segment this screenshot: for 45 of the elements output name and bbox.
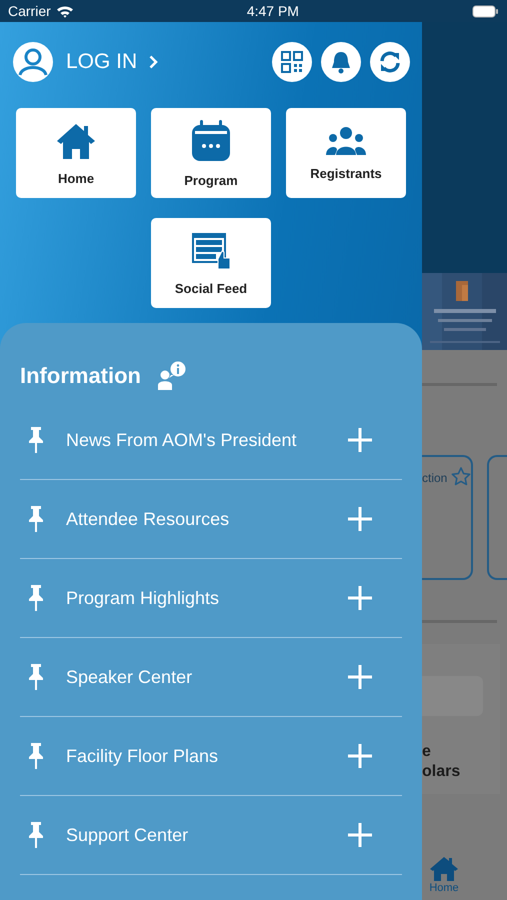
event-card[interactable]: ction [422, 455, 474, 580]
pin-icon [28, 742, 44, 770]
bell-icon [330, 50, 352, 74]
calendar-icon [190, 118, 232, 162]
chevron-right-icon [149, 54, 158, 68]
menu-tile[interactable]: Registrants [286, 108, 406, 198]
plus-icon [348, 507, 372, 531]
card-text: olars [422, 762, 462, 782]
pin-icon [28, 505, 44, 533]
plus-icon [348, 823, 372, 847]
menu-tile[interactable]: Program [151, 108, 271, 198]
people-icon [325, 126, 367, 156]
refresh-icon [378, 50, 402, 74]
card-text: e [422, 742, 432, 762]
qr-code-icon [281, 50, 303, 72]
information-item[interactable]: Facility Floor Plans [20, 717, 402, 796]
star-icon [451, 467, 472, 486]
section-title: Information [20, 363, 141, 389]
plus-icon [348, 744, 372, 768]
person-info-icon [157, 361, 187, 391]
plus-icon [348, 665, 372, 689]
social-feed-icon [190, 230, 232, 270]
information-item[interactable]: Support Center [20, 796, 402, 875]
clock-time: 4:47 PM [246, 3, 299, 19]
plus-icon [348, 428, 372, 452]
menu-tile[interactable]: Social Feed [151, 218, 271, 308]
home-tab[interactable]: Home [422, 856, 466, 894]
pin-icon [28, 426, 44, 454]
menu-tile[interactable]: Home [16, 108, 136, 198]
qr-code-button[interactable] [272, 42, 312, 82]
refresh-button[interactable] [370, 42, 410, 82]
notifications-button[interactable] [321, 42, 361, 82]
wifi-icon [56, 4, 74, 18]
carrier-label: Carrier [8, 3, 51, 19]
pin-icon [28, 584, 44, 612]
information-item[interactable]: Speaker Center [20, 638, 402, 717]
information-item[interactable]: Attendee Resources [20, 480, 402, 559]
plus-icon [348, 586, 372, 610]
battery-icon [472, 4, 499, 18]
information-item[interactable]: Program Highlights [20, 559, 402, 638]
information-item[interactable]: News From AOM's President [20, 401, 402, 480]
log-in-button[interactable]: LOG IN [12, 40, 158, 82]
pin-icon [28, 821, 44, 849]
pin-icon [28, 663, 44, 691]
user-avatar-icon [12, 40, 54, 82]
